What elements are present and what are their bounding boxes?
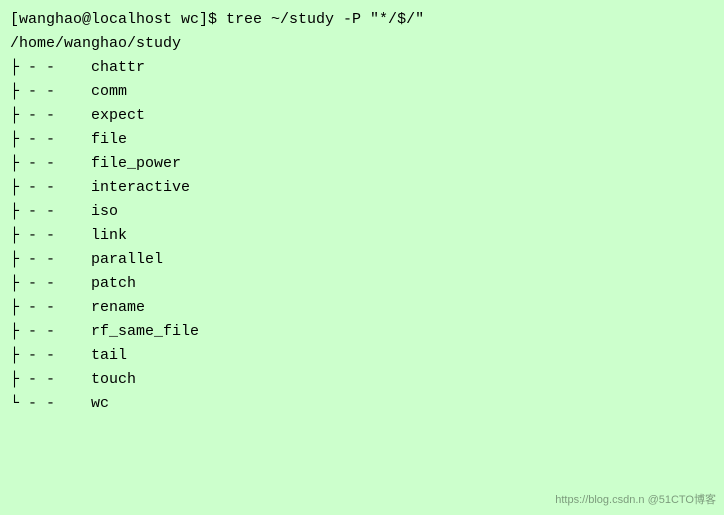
- tree-entry-5: ├ - - interactive: [10, 176, 714, 200]
- tree-entry-13: ├ - - touch: [10, 368, 714, 392]
- prompt-line: [wanghao@localhost wc]$ tree ~/study -P …: [10, 8, 714, 32]
- root-dir-line: /home/wanghao/study: [10, 32, 714, 56]
- tree-entry-3: ├ - - file: [10, 128, 714, 152]
- tree-entry-7: ├ - - link: [10, 224, 714, 248]
- terminal-window: [wanghao@localhost wc]$ tree ~/study -P …: [0, 0, 724, 515]
- tree-entry-11: ├ - - rf_same_file: [10, 320, 714, 344]
- tree-entry-12: ├ - - tail: [10, 344, 714, 368]
- tree-entry-1: ├ - - comm: [10, 80, 714, 104]
- tree-entry-9: ├ - - patch: [10, 272, 714, 296]
- tree-entry-10: ├ - - rename: [10, 296, 714, 320]
- tree-entry-2: ├ - - expect: [10, 104, 714, 128]
- tree-entry-4: ├ - - file_power: [10, 152, 714, 176]
- tree-entry-14: └ - - wc: [10, 392, 714, 416]
- tree-entry-8: ├ - - parallel: [10, 248, 714, 272]
- watermark: https://blog.csdn.n @51CTO博客: [555, 491, 716, 507]
- tree-entry-6: ├ - - iso: [10, 200, 714, 224]
- tree-entry-0: ├ - - chattr: [10, 56, 714, 80]
